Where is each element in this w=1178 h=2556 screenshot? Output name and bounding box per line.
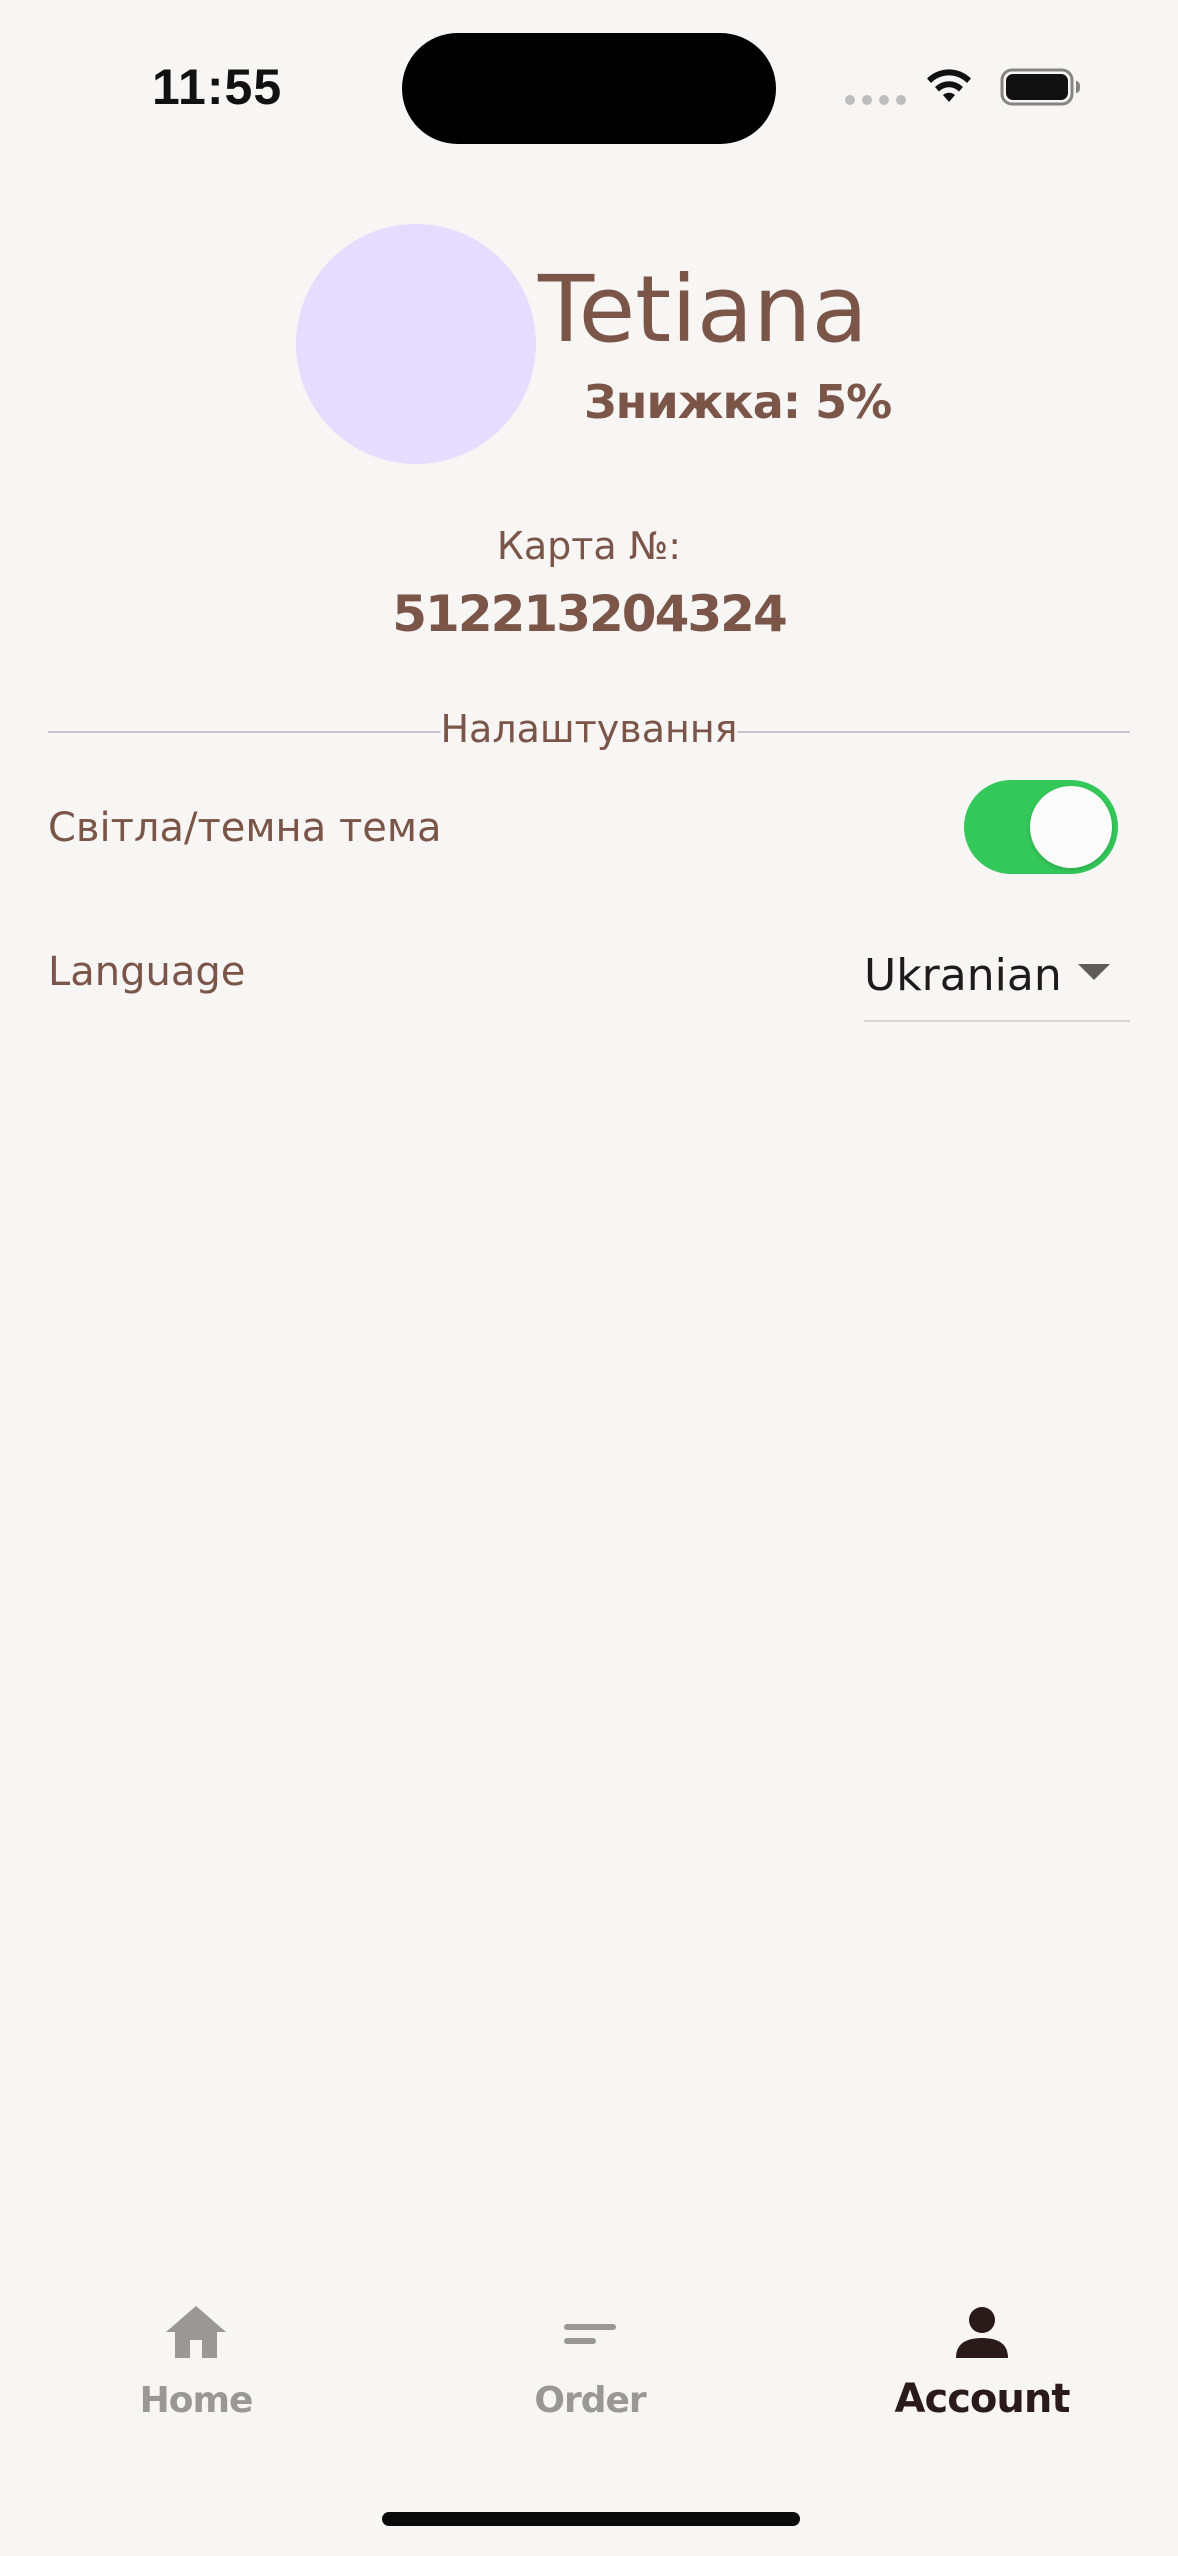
- nav-item-home[interactable]: Home: [76, 2280, 316, 2440]
- discount-label: Знижка: 5%: [584, 375, 892, 429]
- theme-label: Світла/темна тема: [48, 805, 442, 851]
- language-label: Language: [48, 949, 246, 995]
- home-icon: [166, 2306, 226, 2358]
- language-value: Ukranian: [864, 950, 1062, 1001]
- battery-icon: [1000, 68, 1080, 106]
- cellular-signal-icon: [845, 95, 906, 105]
- settings-divider: Налаштування: [48, 700, 1130, 760]
- status-time: 11:55: [152, 59, 283, 115]
- dropdown-arrow-icon: [1078, 964, 1110, 980]
- nav-item-account[interactable]: Account: [862, 2280, 1102, 2440]
- avatar[interactable]: [296, 224, 536, 464]
- nav-label-order: Order: [534, 2380, 646, 2421]
- nav-label-home: Home: [139, 2380, 254, 2421]
- nav-label-account: Account: [894, 2376, 1071, 2422]
- toggle-knob: [1030, 786, 1112, 868]
- card-number: 512213204324: [392, 585, 787, 643]
- card-label: Карта №:: [496, 524, 682, 568]
- dynamic-island: [402, 33, 776, 144]
- nav-item-order[interactable]: Order: [470, 2280, 710, 2440]
- user-name: Tetiana: [538, 256, 868, 363]
- settings-section-title: Налаштування: [440, 704, 738, 754]
- language-dropdown[interactable]: Ukranian: [864, 940, 1130, 1022]
- account-icon: [956, 2307, 1008, 2358]
- wifi-icon: [927, 69, 971, 102]
- bottom-nav: Home Order Account: [0, 2280, 1178, 2480]
- home-indicator[interactable]: [382, 2512, 800, 2526]
- order-icon: [564, 2324, 616, 2344]
- theme-toggle[interactable]: [964, 780, 1118, 874]
